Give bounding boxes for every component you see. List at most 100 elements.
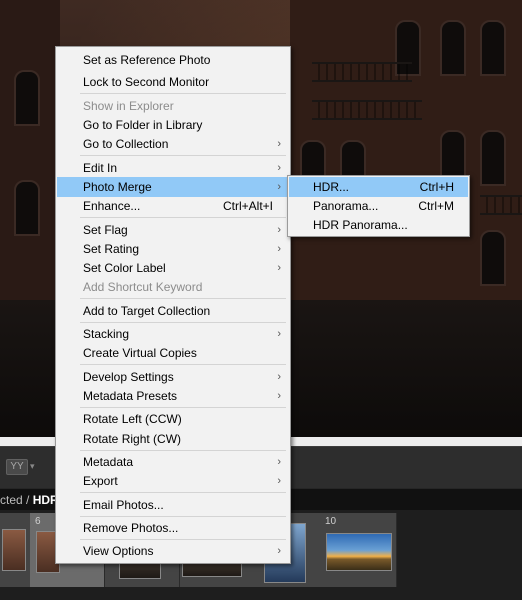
menu-item-shortcut: Ctrl+H (419, 180, 454, 194)
photo-window (440, 20, 466, 76)
menu-item-label: Email Photos... (83, 498, 164, 512)
context-menu: Set as Reference Photo Lock to Second Mo… (55, 46, 291, 564)
menu-item-label: Photo Merge (83, 180, 152, 194)
breadcrumb-prefix: cted / (0, 493, 33, 507)
menu-item-set-reference-photo[interactable]: Set as Reference Photo (57, 50, 289, 70)
chevron-right-icon: › (277, 475, 281, 487)
view-mode-button[interactable]: YY (6, 459, 28, 475)
photo-window (480, 130, 506, 186)
menu-item-go-to-folder[interactable]: Go to Folder in Library (57, 115, 289, 135)
photo-window (480, 20, 506, 76)
menu-item-develop-settings[interactable]: Develop Settings › (57, 367, 289, 387)
photo-window (480, 230, 506, 286)
filmstrip-cell[interactable]: 10 (320, 513, 397, 587)
menu-item-label: Add to Target Collection (83, 304, 211, 318)
menu-item-label: Set Rating (83, 242, 140, 256)
menu-item-set-rating[interactable]: Set Rating › (57, 239, 289, 259)
menu-item-rotate-right[interactable]: Rotate Right (CW) (57, 429, 289, 449)
chevron-down-icon[interactable]: ▾ (30, 461, 35, 472)
chevron-right-icon: › (277, 181, 281, 193)
photo-merge-submenu: HDR... Ctrl+H Panorama... Ctrl+M HDR Panor… (287, 175, 470, 237)
menu-item-go-to-collection[interactable]: Go to Collection › (57, 134, 289, 154)
menu-separator (80, 364, 286, 365)
menu-item-label: Metadata Presets (83, 389, 178, 403)
thumbnail (326, 533, 392, 571)
menu-item-label: Set Flag (83, 223, 128, 237)
chevron-right-icon: › (277, 545, 281, 557)
menu-item-metadata-presets[interactable]: Metadata Presets › (57, 386, 289, 406)
menu-item-label: Go to Collection (83, 137, 169, 151)
menu-separator (80, 492, 286, 493)
menu-item-label: Show in Explorer (83, 99, 174, 113)
menu-separator (80, 450, 286, 451)
chevron-right-icon: › (277, 390, 281, 402)
thumbnail (2, 529, 26, 571)
chevron-right-icon: › (277, 162, 281, 174)
menu-item-set-flag[interactable]: Set Flag › (57, 220, 289, 240)
photo-balcony (480, 195, 522, 215)
menu-item-label: Panorama... (313, 199, 379, 213)
menu-separator (80, 322, 286, 323)
menu-separator (80, 155, 286, 156)
menu-separator (80, 407, 286, 408)
menu-item-label: Set as Reference Photo (83, 53, 211, 67)
chevron-right-icon: › (277, 371, 281, 383)
menu-item-email-photos[interactable]: Email Photos... (57, 495, 289, 515)
menu-item-stacking[interactable]: Stacking › (57, 324, 289, 344)
menu-item-view-options[interactable]: View Options › (57, 541, 289, 561)
menu-separator (80, 539, 286, 540)
menu-item-remove-photos[interactable]: Remove Photos... (57, 518, 289, 538)
menu-item-label: Remove Photos... (83, 521, 179, 535)
menu-item-label: Develop Settings (83, 370, 174, 384)
menu-item-label: Edit In (83, 161, 118, 175)
submenu-item-hdr[interactable]: HDR... Ctrl+H (289, 177, 468, 197)
menu-item-metadata[interactable]: Metadata › (57, 452, 289, 472)
submenu-item-hdr-panorama[interactable]: HDR Panorama... (289, 215, 468, 235)
chevron-right-icon: › (277, 138, 281, 150)
chevron-right-icon: › (277, 224, 281, 236)
menu-item-add-to-target-collection[interactable]: Add to Target Collection (57, 301, 289, 321)
menu-separator (80, 516, 286, 517)
menu-item-edit-in[interactable]: Edit In › (57, 158, 289, 178)
menu-item-create-virtual-copies[interactable]: Create Virtual Copies (57, 343, 289, 363)
menu-item-label: Go to Folder in Library (83, 118, 203, 132)
menu-item-label: Set Color Label (83, 261, 166, 275)
menu-separator (80, 93, 286, 94)
menu-item-label: Rotate Right (CW) (83, 432, 182, 446)
menu-item-label: Rotate Left (CCW) (83, 412, 182, 426)
menu-item-label: Stacking (83, 327, 130, 341)
menu-item-set-color-label[interactable]: Set Color Label › (57, 258, 289, 278)
menu-item-label: HDR... (313, 180, 349, 194)
menu-separator (80, 298, 286, 299)
menu-item-show-in-explorer: Show in Explorer (57, 96, 289, 116)
menu-item-shortcut: Ctrl+M (418, 199, 454, 213)
submenu-item-panorama[interactable]: Panorama... Ctrl+M (289, 196, 468, 216)
thumbnail (182, 563, 242, 577)
cell-number: 6 (35, 516, 41, 527)
menu-item-lock-second-monitor[interactable]: Lock to Second Monitor (57, 72, 289, 92)
menu-separator (80, 217, 286, 218)
menu-item-label: View Options (83, 544, 154, 558)
chevron-right-icon: › (277, 328, 281, 340)
menu-item-label: Add Shortcut Keyword (83, 280, 203, 294)
menu-item-label: Enhance... (83, 199, 141, 213)
chevron-right-icon: › (277, 243, 281, 255)
menu-item-label: Lock to Second Monitor (83, 75, 210, 89)
menu-item-label: Metadata (83, 455, 134, 469)
menu-item-label: Create Virtual Copies (83, 346, 197, 360)
photo-window (14, 70, 40, 126)
breadcrumb[interactable]: cted / HDR- (0, 489, 63, 511)
cell-number: 10 (325, 516, 337, 527)
photo-window (14, 180, 40, 236)
chevron-right-icon: › (277, 262, 281, 274)
menu-item-label: HDR Panorama... (313, 218, 408, 232)
menu-item-enhance[interactable]: Enhance... Ctrl+Alt+I (57, 196, 289, 216)
menu-item-rotate-left[interactable]: Rotate Left (CCW) (57, 409, 289, 429)
photo-balcony (312, 100, 422, 120)
building-left (0, 0, 60, 300)
photo-balcony (312, 62, 412, 82)
menu-item-photo-merge[interactable]: Photo Merge › (57, 177, 289, 197)
menu-item-label: Export (83, 474, 118, 488)
menu-item-export[interactable]: Export › (57, 471, 289, 491)
menu-item-shortcut: Ctrl+Alt+I (222, 199, 273, 213)
